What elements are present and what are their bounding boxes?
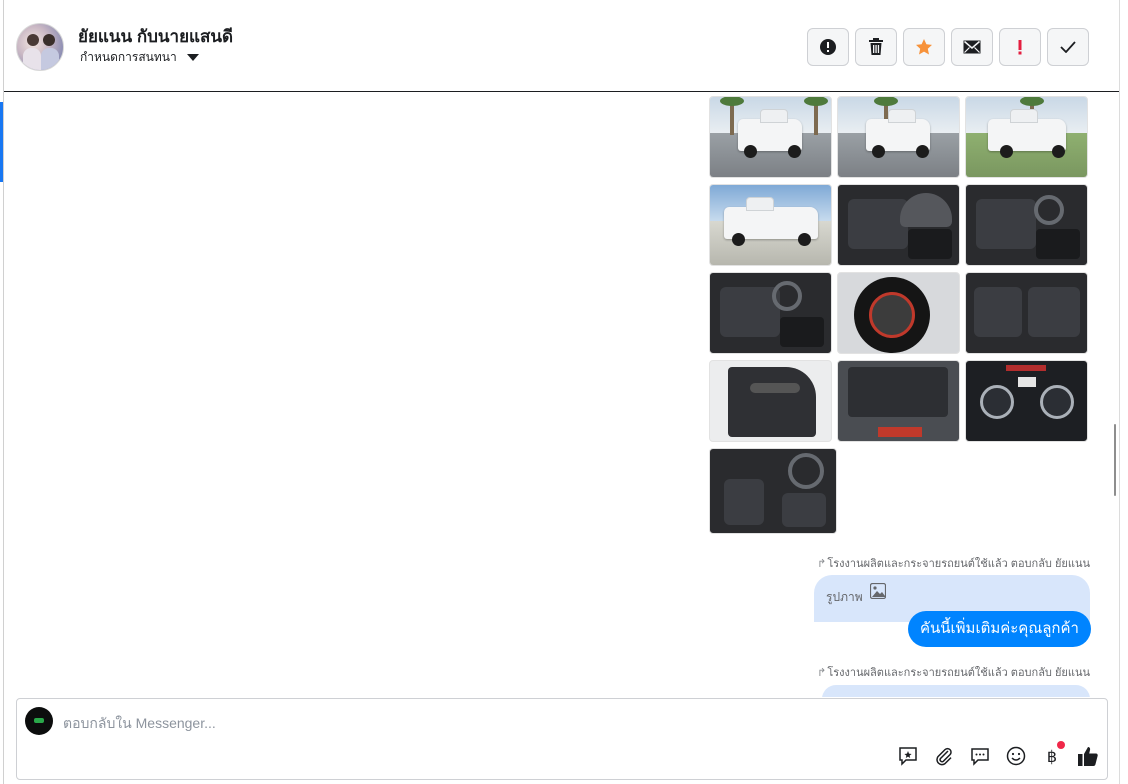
caret-down-icon bbox=[186, 54, 199, 61]
photo-wheel-rim[interactable] bbox=[837, 272, 960, 354]
photo-instrument-cluster[interactable] bbox=[965, 360, 1088, 442]
notification-dot bbox=[1057, 741, 1065, 749]
conversation-settings-label: กำหนดการสนทนา bbox=[80, 50, 177, 64]
reply-arrow-icon: ↱ bbox=[817, 667, 827, 679]
exclamation-icon bbox=[1018, 40, 1022, 55]
attachment-icon bbox=[936, 747, 952, 766]
star-icon bbox=[916, 39, 932, 55]
photo-cabin-front[interactable] bbox=[709, 272, 832, 354]
photo-steering-wheel[interactable] bbox=[965, 184, 1088, 266]
reply-input[interactable] bbox=[63, 711, 1063, 735]
page-avatar bbox=[25, 707, 53, 735]
comment-icon bbox=[971, 748, 989, 766]
saved-reply-icon bbox=[899, 747, 917, 766]
image-icon bbox=[870, 583, 886, 599]
spam-button[interactable] bbox=[807, 28, 849, 66]
emoji-icon bbox=[1006, 746, 1026, 766]
composer-tools: ฿ bbox=[897, 741, 1099, 767]
message-thread[interactable]: ↱โรงงานผลิตและกระจายรถยนต์ใช้แล้ว ตอบกลั… bbox=[4, 93, 1114, 697]
follow-up-button[interactable] bbox=[999, 28, 1041, 66]
photo-truck-side[interactable] bbox=[965, 96, 1088, 178]
like-icon bbox=[1078, 747, 1098, 766]
star-button[interactable] bbox=[903, 28, 945, 66]
done-button[interactable] bbox=[1047, 28, 1089, 66]
saved-reply-button[interactable] bbox=[897, 745, 919, 767]
envelope-icon bbox=[963, 40, 981, 54]
reply-context-1: ↱โรงงานผลิตและกระจายรถยนต์ใช้แล้ว ตอบกลั… bbox=[817, 558, 1090, 570]
payment-button[interactable]: ฿ bbox=[1041, 741, 1065, 767]
reply-composer: ฿ bbox=[16, 698, 1108, 780]
quoted-message-2[interactable] bbox=[822, 685, 1090, 697]
message-bubble[interactable]: คันนี้เพิ่มเติมค่ะคุณลูกค้า bbox=[908, 611, 1091, 647]
photo-truck-profile[interactable] bbox=[709, 184, 832, 266]
mark-unread-button[interactable] bbox=[951, 28, 993, 66]
baht-payment-icon: ฿ bbox=[1046, 746, 1058, 766]
photo-truck-rear[interactable] bbox=[709, 96, 832, 178]
active-conversation-marker bbox=[0, 102, 3, 182]
thread-scrollbar[interactable] bbox=[1114, 424, 1116, 496]
header-actions bbox=[807, 28, 1089, 66]
photo-rear-seats[interactable] bbox=[965, 272, 1088, 354]
comment-button[interactable] bbox=[969, 745, 991, 767]
photo-door-panel[interactable] bbox=[709, 360, 832, 442]
quoted-label: รูปภาพ bbox=[826, 590, 863, 604]
attachment-button[interactable] bbox=[933, 745, 955, 767]
delete-button[interactable] bbox=[855, 28, 897, 66]
alert-circle-icon bbox=[820, 39, 836, 55]
contact-avatar[interactable] bbox=[16, 23, 64, 71]
reply-context-2: ↱โรงงานผลิตและกระจายรถยนต์ใช้แล้ว ตอบกลั… bbox=[817, 667, 1090, 679]
reply-arrow-icon: ↱ bbox=[817, 558, 827, 570]
photo-truck-rear-angle[interactable] bbox=[837, 96, 960, 178]
emoji-button[interactable] bbox=[1005, 745, 1027, 767]
like-button[interactable] bbox=[1077, 745, 1099, 767]
photo-engine-bay[interactable] bbox=[837, 360, 960, 442]
trash-icon bbox=[869, 38, 883, 55]
photo-gear-shift[interactable] bbox=[837, 184, 960, 266]
right-divider bbox=[1119, 0, 1120, 784]
contact-name[interactable]: ยัยแนน กับนายแสนดี bbox=[78, 23, 233, 50]
checkmark-icon bbox=[1060, 41, 1076, 53]
inbox-conversation: ยัยแนน กับนายแสนดี กำหนดการสนทนา ↱โรงงาน… bbox=[0, 0, 1128, 784]
conversation-settings-dropdown[interactable]: กำหนดการสนทนา bbox=[80, 48, 199, 67]
conversation-header: ยัยแนน กับนายแสนดี กำหนดการสนทนา bbox=[4, 0, 1119, 92]
photo-dashboard-interior[interactable] bbox=[709, 448, 837, 534]
